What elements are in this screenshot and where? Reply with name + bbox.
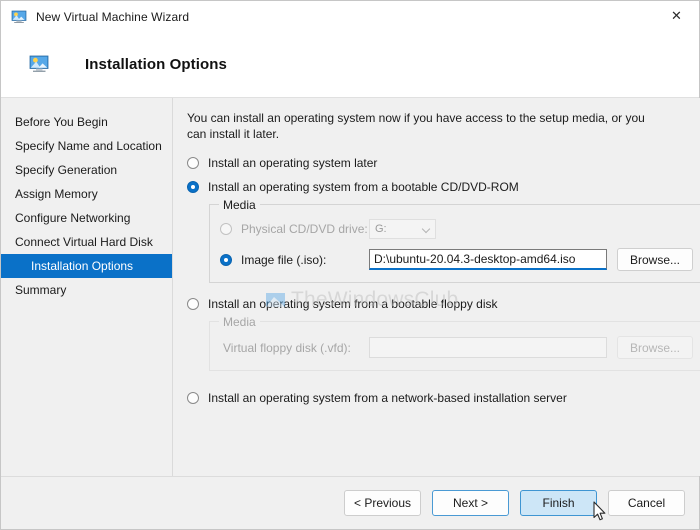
sidebar-item-summary[interactable]: Summary xyxy=(1,278,172,302)
close-icon[interactable]: ✕ xyxy=(654,1,699,32)
radio-physical-cd-dvd-drive-icon xyxy=(220,223,232,235)
chevron-down-icon xyxy=(423,225,431,233)
intro-description: You can install an operating system now … xyxy=(187,111,645,141)
main-content: You can install an operating system now … xyxy=(173,98,700,476)
radio-install-from-cd-icon[interactable] xyxy=(187,181,199,193)
installation-options-icon xyxy=(29,55,51,75)
image-file-input[interactable]: D:\ubuntu-20.04.3-desktop-amd64.iso xyxy=(369,249,607,270)
page-title: Installation Options xyxy=(85,56,228,73)
wizard-footer: < Previous Next > Finish Cancel xyxy=(1,476,699,529)
virtual-floppy-disk-input xyxy=(369,337,607,358)
physical-drive-select: G: xyxy=(369,219,436,239)
image-file-browse-button[interactable]: Browse... xyxy=(617,248,693,271)
new-virtual-machine-wizard-window: New Virtual Machine Wizard ✕ Installatio… xyxy=(0,0,700,530)
page-header: Installation Options xyxy=(1,32,699,98)
virtual-machine-icon xyxy=(11,9,27,25)
physical-cd-dvd-drive-label: Physical CD/DVD drive: xyxy=(241,222,368,236)
sidebar-item-connect-virtual-hard-disk[interactable]: Connect Virtual Hard Disk xyxy=(1,230,172,254)
floppy-media-group-title: Media xyxy=(219,315,260,329)
option-install-from-floppy[interactable]: Install an operating system from a boota… xyxy=(187,297,700,311)
sidebar-item-before-you-begin[interactable]: Before You Begin xyxy=(1,110,172,134)
wizard-body: Before You Begin Specify Name and Locati… xyxy=(1,98,700,476)
floppy-media-groupbox: Media Virtual floppy disk (.vfd): Browse… xyxy=(209,315,700,371)
cd-media-group-title: Media xyxy=(219,198,260,212)
cd-media-groupbox: Media Physical CD/DVD drive: G: Image fi… xyxy=(209,198,700,283)
radio-install-later-icon[interactable] xyxy=(187,157,199,169)
image-file-row[interactable]: Image file (.iso): D:\ubuntu-20.04.3-des… xyxy=(220,248,693,271)
title-bar: New Virtual Machine Wizard ✕ xyxy=(1,1,699,32)
option-install-later[interactable]: Install an operating system later xyxy=(187,156,700,170)
sidebar-item-installation-options[interactable]: Installation Options xyxy=(1,254,172,278)
physical-cd-dvd-drive-row[interactable]: Physical CD/DVD drive: G: xyxy=(220,219,693,239)
sidebar-item-specify-name-and-location[interactable]: Specify Name and Location xyxy=(1,134,172,158)
sidebar-item-assign-memory[interactable]: Assign Memory xyxy=(1,182,172,206)
option-install-later-label: Install an operating system later xyxy=(208,156,378,170)
physical-drive-value: G: xyxy=(375,223,387,235)
option-install-from-network[interactable]: Install an operating system from a netwo… xyxy=(187,391,700,405)
option-install-from-cd-label: Install an operating system from a boota… xyxy=(208,180,519,194)
radio-install-from-floppy-icon[interactable] xyxy=(187,298,199,310)
radio-image-file-icon[interactable] xyxy=(220,253,232,266)
window-title: New Virtual Machine Wizard xyxy=(36,9,190,24)
previous-button[interactable]: < Previous xyxy=(344,490,421,516)
option-install-from-floppy-label: Install an operating system from a boota… xyxy=(208,297,498,311)
radio-install-from-network-icon[interactable] xyxy=(187,392,199,404)
image-file-label: Image file (.iso): xyxy=(241,252,327,267)
option-install-from-network-label: Install an operating system from a netwo… xyxy=(208,391,567,405)
wizard-steps-sidebar: Before You Begin Specify Name and Locati… xyxy=(1,98,173,476)
option-install-from-cd[interactable]: Install an operating system from a boota… xyxy=(187,180,700,194)
virtual-floppy-disk-label: Virtual floppy disk (.vfd): xyxy=(223,340,351,355)
next-button[interactable]: Next > xyxy=(432,490,509,516)
sidebar-item-specify-generation[interactable]: Specify Generation xyxy=(1,158,172,182)
cancel-button[interactable]: Cancel xyxy=(608,490,685,516)
virtual-floppy-disk-row: Virtual floppy disk (.vfd): Browse... xyxy=(220,336,693,359)
virtual-floppy-browse-button: Browse... xyxy=(617,336,693,359)
sidebar-item-configure-networking[interactable]: Configure Networking xyxy=(1,206,172,230)
finish-button[interactable]: Finish xyxy=(520,490,597,516)
